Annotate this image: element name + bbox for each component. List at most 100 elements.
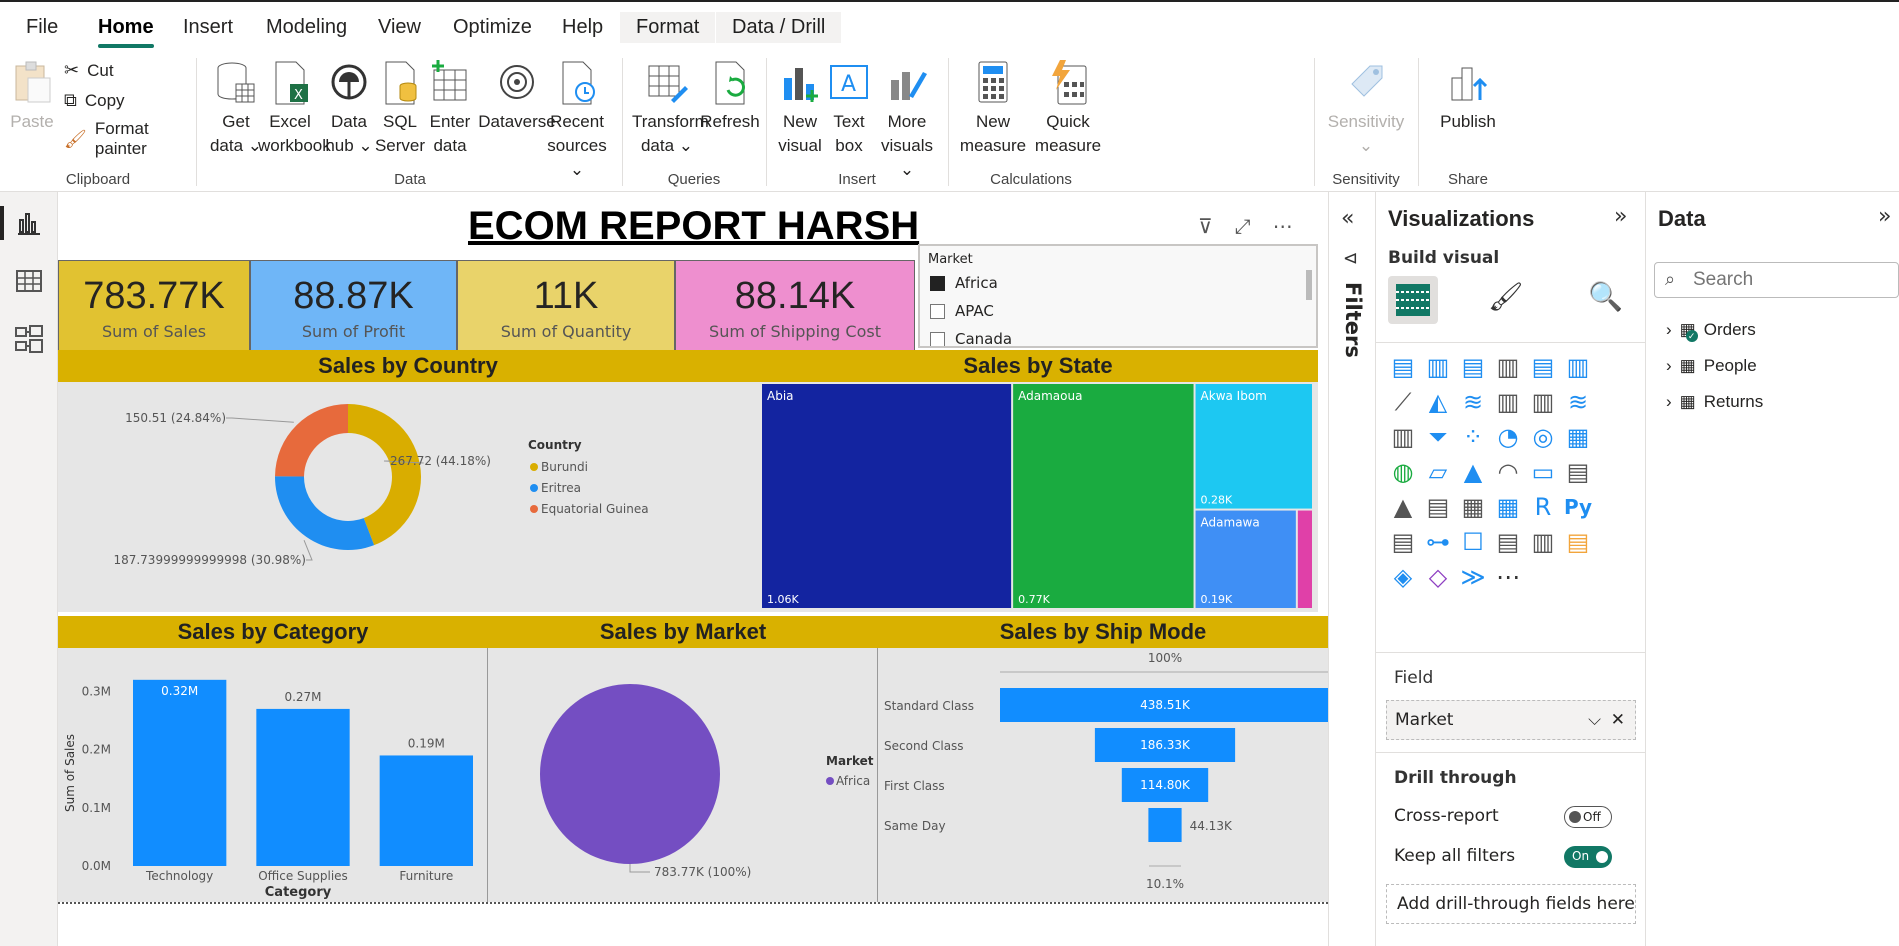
table-icon[interactable]: ▦ bbox=[1458, 492, 1488, 522]
waterfall-icon[interactable]: ▥ bbox=[1388, 422, 1418, 452]
format-visual-icon[interactable]: 🖌 bbox=[1488, 280, 1524, 313]
market-slicer[interactable]: Market Africa APAC Canada bbox=[918, 244, 1318, 348]
kpi-card-profit[interactable]: 88.87K Sum of Profit bbox=[250, 260, 457, 352]
ribbon-chart-icon[interactable]: ≋ bbox=[1563, 387, 1593, 417]
card-icon[interactable]: ▭ bbox=[1528, 457, 1558, 487]
tab-modeling[interactable]: Modeling bbox=[266, 16, 347, 39]
search-input[interactable] bbox=[1693, 269, 1893, 291]
clustered-bar-icon[interactable]: ▤ bbox=[1458, 352, 1488, 382]
recent-sources-button[interactable]: Recent sources ⌄ bbox=[544, 60, 610, 182]
slicer-item-africa[interactable]: Africa bbox=[930, 269, 1316, 297]
stacked-bar-icon[interactable]: ▤ bbox=[1388, 352, 1418, 382]
python-visual-icon[interactable]: Py bbox=[1563, 492, 1593, 522]
chevron-double-right-icon[interactable]: » bbox=[1878, 204, 1891, 229]
scatter-icon[interactable]: ⁘ bbox=[1458, 422, 1488, 452]
key-influencers-icon[interactable]: ▤ bbox=[1388, 527, 1418, 557]
decomposition-tree-icon[interactable]: ⊶ bbox=[1423, 527, 1453, 557]
shipmode-funnel-chart[interactable]: 100% Standard Class 438.51K Second Class 186… bbox=[878, 648, 1330, 902]
qa-icon[interactable]: ☐ bbox=[1458, 527, 1488, 557]
kpi-card-sales[interactable]: 783.77K Sum of Sales bbox=[58, 260, 250, 352]
azure-map-icon[interactable]: ▲ bbox=[1458, 457, 1488, 487]
market-pie-chart[interactable]: 783.77K (100%) Market Africa bbox=[488, 648, 878, 902]
table-view-icon[interactable] bbox=[14, 266, 44, 296]
100-bar-icon[interactable]: ▤ bbox=[1528, 352, 1558, 382]
slicer-item-apac[interactable]: APAC bbox=[930, 297, 1316, 325]
100-column-icon[interactable]: ▥ bbox=[1563, 352, 1593, 382]
tab-view[interactable]: View bbox=[378, 16, 421, 39]
focus-mode-icon[interactable]: ⤢ bbox=[1235, 214, 1251, 238]
category-bar-chart[interactable]: 0.0M 0.1M 0.2M 0.3M 0.32M Technology 0.27M Offi… bbox=[58, 648, 488, 902]
map-icon[interactable]: ◍ bbox=[1388, 457, 1418, 487]
excel-workbook-button[interactable]: X Excel workbook bbox=[258, 60, 331, 158]
clustered-column-icon[interactable]: ▥ bbox=[1493, 352, 1523, 382]
power-automate-icon[interactable]: ◇ bbox=[1423, 562, 1453, 592]
chevron-double-right-icon[interactable]: » bbox=[1614, 204, 1627, 229]
refresh-button[interactable]: Refresh bbox=[700, 60, 760, 134]
chevron-double-left-icon[interactable]: « bbox=[1341, 206, 1354, 231]
slicer-scrollbar[interactable] bbox=[1306, 270, 1312, 300]
data-search-box[interactable]: ⌕ bbox=[1654, 262, 1899, 298]
power-apps-icon[interactable]: ◈ bbox=[1388, 562, 1418, 592]
table-returns[interactable]: › ▦ Returns bbox=[1666, 392, 1763, 412]
sql-server-button[interactable]: SQL Server bbox=[372, 60, 428, 158]
new-visual-button[interactable]: New visual bbox=[774, 60, 826, 158]
chevron-right-icon[interactable]: › bbox=[1666, 320, 1672, 340]
state-treemap[interactable]: Abia 1.06K Adamaoua 0.77K Akwa Ibom 0.28K Adam… bbox=[758, 382, 1318, 612]
checkbox[interactable] bbox=[930, 331, 945, 346]
line-column-icon[interactable]: ▥ bbox=[1493, 387, 1523, 417]
kpi-icon[interactable]: ▲ bbox=[1388, 492, 1418, 522]
slicer-icon[interactable]: ▤ bbox=[1423, 492, 1453, 522]
chevron-right-icon[interactable]: › bbox=[1666, 356, 1672, 376]
tab-home[interactable]: Home bbox=[98, 16, 154, 48]
report-view-icon[interactable] bbox=[14, 208, 44, 238]
tab-insert[interactable]: Insert bbox=[183, 16, 233, 39]
close-icon[interactable]: ✕ bbox=[1611, 701, 1625, 739]
multi-row-card-icon[interactable]: ▤ bbox=[1563, 457, 1593, 487]
stacked-area-icon[interactable]: ≋ bbox=[1458, 387, 1488, 417]
text-box-button[interactable]: A Text box bbox=[826, 60, 872, 158]
table-orders[interactable]: › ▦ ✓ Orders bbox=[1666, 320, 1756, 342]
copy-button[interactable]: ⧉ Copy bbox=[64, 90, 125, 111]
tab-data-drill[interactable]: Data / Drill bbox=[716, 12, 842, 43]
filter-icon[interactable]: ⊽ bbox=[1198, 214, 1213, 238]
chevron-right-icon[interactable]: › bbox=[1666, 392, 1672, 412]
stacked-column-icon[interactable]: ▥ bbox=[1423, 352, 1453, 382]
get-data-button[interactable]: Get data ⌄ bbox=[206, 60, 266, 158]
gauge-icon[interactable]: ◠ bbox=[1493, 457, 1523, 487]
filled-map-icon[interactable]: ▱ bbox=[1423, 457, 1453, 487]
data-hub-button[interactable]: Data hub ⌄ bbox=[322, 60, 376, 158]
line-clustered-icon[interactable]: ▥ bbox=[1528, 387, 1558, 417]
cut-button[interactable]: ✂ Cut bbox=[64, 60, 114, 81]
quick-measure-button[interactable]: Quick measure bbox=[1030, 60, 1106, 158]
treemap-icon[interactable]: ▦ bbox=[1563, 422, 1593, 452]
area-chart-icon[interactable]: ◭ bbox=[1423, 387, 1453, 417]
matrix-icon[interactable]: ▦ bbox=[1493, 492, 1523, 522]
donut-icon[interactable]: ◎ bbox=[1528, 422, 1558, 452]
r-visual-icon[interactable]: R bbox=[1528, 492, 1558, 522]
keep-filters-toggle[interactable]: On bbox=[1564, 846, 1612, 868]
pie-icon[interactable]: ◔ bbox=[1493, 422, 1523, 452]
drill-through-drop-zone[interactable]: Add drill-through fields here bbox=[1386, 884, 1636, 924]
tab-file[interactable]: File bbox=[26, 16, 58, 39]
slicer-item-canada[interactable]: Canada bbox=[930, 325, 1316, 346]
cross-report-toggle[interactable]: Off bbox=[1564, 806, 1612, 828]
chevron-down-icon[interactable]: ⌵ bbox=[1588, 701, 1601, 739]
narrative-icon[interactable]: ▤ bbox=[1493, 527, 1523, 557]
more-visuals-button[interactable]: More visuals ⌄ bbox=[874, 60, 940, 182]
paste-button[interactable]: Paste bbox=[10, 60, 54, 134]
arrow-flow-icon[interactable]: ≫ bbox=[1458, 562, 1488, 592]
build-visual-tab[interactable] bbox=[1388, 276, 1438, 324]
more-options-icon[interactable]: ⋯ bbox=[1273, 214, 1293, 238]
enter-data-button[interactable]: Enter data bbox=[422, 60, 478, 158]
field-well-market[interactable]: Market ⌵ ✕ bbox=[1386, 700, 1636, 740]
tab-format[interactable]: Format bbox=[620, 12, 716, 43]
more-icon[interactable]: ⋯ bbox=[1493, 562, 1523, 592]
funnel-icon[interactable]: ⏷ bbox=[1423, 422, 1453, 452]
transform-data-button[interactable]: Transform data ⌄ bbox=[632, 60, 709, 158]
filters-pane-collapsed[interactable]: « ⊲ Filters bbox=[1328, 192, 1376, 946]
kpi-card-shipping[interactable]: 88.14K Sum of Shipping Cost bbox=[675, 260, 915, 352]
checkbox[interactable] bbox=[930, 303, 945, 319]
format-painter-button[interactable]: 🖌 Format painter bbox=[64, 119, 196, 159]
tab-help[interactable]: Help bbox=[562, 16, 603, 39]
metrics-icon[interactable]: ▤ bbox=[1563, 527, 1593, 557]
